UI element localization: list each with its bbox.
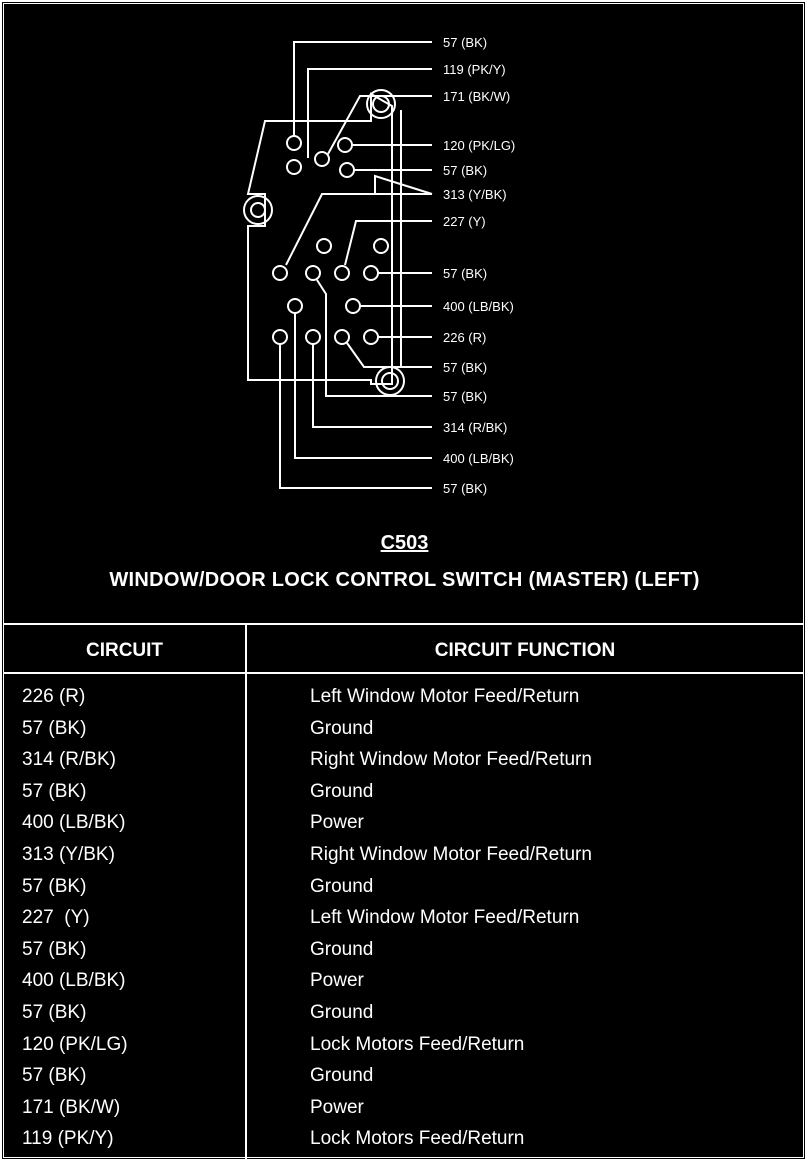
circuit-function-cell: Lock Motors Feed/Return: [310, 1033, 525, 1055]
pin-label: 57 (BK): [443, 360, 487, 375]
circuit-cell: 119 (PK/Y): [22, 1128, 114, 1150]
table-row: 57 (BK) Ground: [4, 718, 803, 750]
pin-label: 57 (BK): [443, 163, 487, 178]
circuit-function-cell: Ground: [310, 1065, 374, 1087]
pin: [334, 265, 350, 281]
pin-label: 57 (BK): [443, 35, 487, 50]
table-row: 400 (LB/BK) Power: [4, 970, 803, 1002]
mounting-ear-bottom: [375, 366, 405, 396]
mounting-ear-left: [243, 195, 273, 225]
pin: [305, 329, 321, 345]
pin-label: 400 (LB/BK): [443, 299, 514, 314]
circuit-cell: 400 (LB/BK): [22, 970, 126, 992]
circuit-function-cell: Right Window Motor Feed/Return: [310, 749, 592, 771]
table-row: 226 (R) Left Window Motor Feed/Return: [4, 686, 803, 718]
pin-label: 226 (R): [443, 330, 486, 345]
pin: [345, 298, 361, 314]
pin-label: 314 (R/BK): [443, 420, 507, 435]
pin: [305, 265, 321, 281]
header-divider: [4, 672, 803, 674]
pin: [316, 238, 332, 254]
circuit-cell: 226 (R): [22, 686, 86, 707]
pin-label: 57 (BK): [443, 266, 487, 281]
circuit-function-cell: Power: [310, 1096, 364, 1118]
circuit-cell: 171 (BK/W): [22, 1096, 121, 1118]
connector-id: C503: [380, 532, 429, 554]
header-circuit-function: CIRCUIT FUNCTION: [434, 640, 616, 661]
circuit-cell: 227 (Y): [22, 907, 90, 929]
pin: [334, 329, 350, 345]
pin-label: 171 (BK/W): [443, 89, 510, 104]
circuit-cell: 120 (PK/LG): [22, 1033, 128, 1055]
header-circuit: CIRCUIT: [85, 640, 164, 661]
circuit-function-cell: Ground: [310, 938, 374, 960]
circuit-cell: 400 (LB/BK): [22, 812, 126, 834]
pin-label: 400 (LB/BK): [443, 451, 514, 466]
pin: [373, 238, 389, 254]
circuit-function-cell: Ground: [310, 780, 374, 802]
pin: [272, 329, 288, 345]
pin: [363, 265, 379, 281]
circuit-function-cell: Ground: [310, 1002, 374, 1023]
circuit-cell: 57 (BK): [22, 1002, 87, 1023]
table-row: 313 (Y/BK) Right Window Motor Feed/Return: [4, 844, 803, 876]
connector-title: WINDOW/DOOR LOCK CONTROL SWITCH (MASTER)…: [109, 569, 700, 591]
circuit-function-cell: Left Window Motor Feed/Return: [310, 907, 580, 929]
pin: [286, 159, 302, 175]
pin-label: 57 (BK): [443, 481, 487, 496]
table-row: 227 (Y) Left Window Motor Feed/Return: [4, 907, 803, 939]
table-row: 119 (PK/Y) Lock Motors Feed/Return: [4, 1128, 803, 1160]
pin: [339, 162, 355, 178]
table-row: 57 (BK) Ground: [4, 876, 803, 908]
table-row: 57 (BK) Ground: [4, 939, 803, 971]
circuit-cell: 57 (BK): [22, 780, 87, 802]
circuit-cell: 57 (BK): [22, 717, 87, 739]
pin: [314, 151, 330, 167]
pin-label: 57 (BK): [443, 389, 487, 404]
circuit-cell: 313 (Y/BK): [22, 844, 115, 865]
pin: [363, 329, 379, 345]
pin: [286, 135, 302, 151]
pin-label: 313 (Y/BK): [443, 187, 507, 202]
table-row: 314 (R/BK) Right Window Motor Feed/Return: [4, 749, 803, 781]
connector-sheet: 57 (BK) 119 (PK/Y) 171 (BK/W) 120 (PK/LG) 57…: [2, 2, 805, 1160]
circuit-function-cell: Lock Motors Feed/Return: [310, 1128, 525, 1150]
table-row: 120 (PK/LG) Lock Motors Feed/Return: [4, 1034, 803, 1066]
circuit-function-cell: Power: [310, 812, 364, 834]
circuit-cell: 57 (BK): [22, 875, 87, 897]
table-top-divider: [4, 623, 803, 625]
circuit-function-cell: Left Window Motor Feed/Return: [310, 686, 580, 707]
circuit-function-cell: Ground: [310, 875, 374, 897]
table-row: 57 (BK) Ground: [4, 1065, 803, 1097]
circuit-cell: 57 (BK): [22, 1065, 87, 1087]
table-row: 400 (LB/BK) Power: [4, 812, 803, 844]
pin: [287, 298, 303, 314]
pin-label: 119 (PK/Y): [443, 62, 506, 77]
circuit-cell: 314 (R/BK): [22, 749, 116, 771]
circuit-function-cell: Right Window Motor Feed/Return: [310, 844, 592, 865]
circuit-function-cell: Ground: [310, 717, 374, 739]
pin: [272, 265, 288, 281]
table-row: 57 (BK) Ground: [4, 781, 803, 813]
connector-pinout-diagram: 57 (BK) 119 (PK/Y) 171 (BK/W) 120 (PK/LG) 57…: [243, 35, 515, 496]
pin: [337, 137, 353, 153]
circuit-function-cell: Power: [310, 970, 364, 992]
pin-label: 227 (Y): [443, 214, 486, 229]
table-row: 171 (BK/W) Power: [4, 1097, 803, 1129]
circuit-cell: 57 (BK): [22, 938, 87, 960]
table-row: 57 (BK) Ground: [4, 1002, 803, 1034]
pin-label: 120 (PK/LG): [443, 138, 515, 153]
